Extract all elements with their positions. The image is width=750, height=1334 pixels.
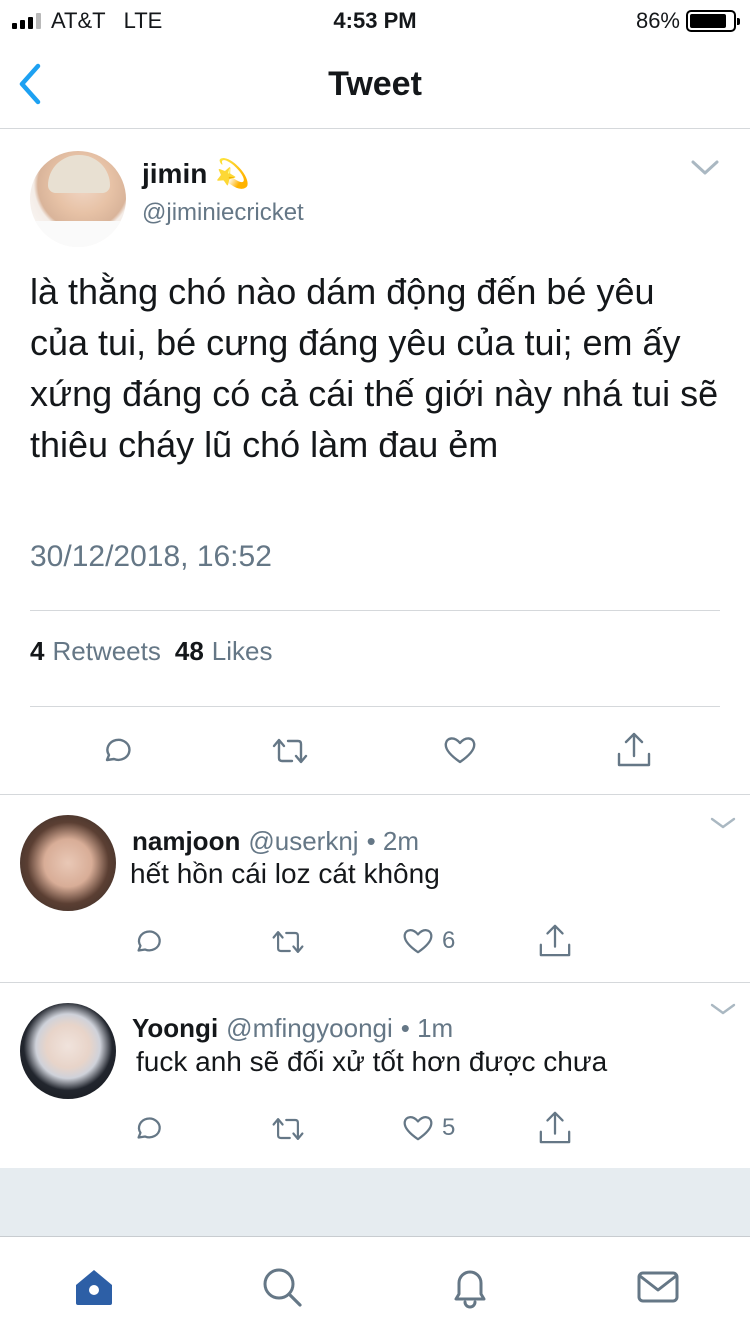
search-icon[interactable] [260,1265,304,1309]
reply-text: hết hồn cái loz cát không [130,858,440,889]
reply-like-count: 6 [442,927,456,954]
retweet-icon[interactable] [270,736,310,766]
author-avatar[interactable] [30,151,126,247]
tweet-text: là thằng chó nào dám động đến bé yêu của… [30,271,719,465]
author-handle[interactable]: @jiminiecricket [142,199,304,227]
status-right: 86% [635,8,740,34]
reply-time: • 1m [400,1013,454,1043]
likes-stat[interactable]: 48 Likes [175,636,273,667]
like-icon [403,929,433,954]
nav-bar: Tweet [0,40,750,129]
reply-author-name[interactable]: Yoongi [132,1013,218,1044]
retweet-count: 4 [30,636,45,666]
messages-icon[interactable] [636,1265,680,1309]
retweet-icon[interactable] [270,928,306,956]
reply-author-handle[interactable]: @mfingyoongi [226,1013,393,1044]
home-icon[interactable] [72,1265,116,1309]
status-bar: AT&T LTE 4:53 PM 86% [0,0,750,40]
author-name-row[interactable]: jimin 💫 [142,157,250,190]
battery-percent: 86% [635,8,680,33]
reply-options-chevron-icon[interactable] [710,1002,736,1016]
divider [0,982,750,983]
reply-avatar[interactable] [20,1003,116,1099]
tweet-options-chevron-icon[interactable] [690,158,720,178]
reply-avatar[interactable] [20,815,116,911]
share-icon[interactable] [616,730,652,768]
reply-author-handle[interactable]: @userknj [248,826,358,857]
page-title: Tweet [328,65,422,103]
reply-header: Yoongi @mfingyoongi • 1m [132,1013,453,1044]
reply-like-count: 5 [442,1114,456,1141]
battery-icon [686,10,740,32]
tweet-actions [0,728,750,778]
like-icon[interactable] [443,734,477,766]
tab-bar [0,1236,750,1334]
tweet-stats: 4 Retweets 48 Likes [30,636,272,667]
reply-author-name[interactable]: namjoon [132,826,240,857]
divider [30,706,720,707]
reply-text: fuck anh sẽ đối xử tốt hơn được chưa [136,1046,608,1077]
sparkle-emoji: 💫 [215,158,251,189]
reply-like-button[interactable]: 6 [402,926,455,956]
retweets-stat[interactable]: 4 Retweets [30,636,161,667]
author-name: jimin [142,157,208,189]
reply-options-chevron-icon[interactable] [710,816,736,830]
retweet-label: Retweets [52,636,161,666]
share-icon[interactable] [538,922,572,958]
reply-header: namjoon @userknj • 2m [132,826,419,857]
tweet-timestamp: 30/12/2018, 16:52 [30,540,272,573]
share-icon[interactable] [538,1109,572,1145]
retweet-icon[interactable] [270,1115,306,1143]
reply-icon[interactable] [132,1113,164,1145]
like-count: 48 [174,636,204,666]
divider [30,610,720,611]
feed-bottom-spacer [0,1168,750,1236]
reply-icon[interactable] [132,926,164,958]
like-icon [403,1116,433,1141]
like-label: Likes [211,636,273,666]
notifications-icon[interactable] [448,1265,492,1309]
reply-icon[interactable] [100,734,134,768]
reply-time: • 2m [366,826,420,856]
divider [0,794,750,795]
reply-like-button[interactable]: 5 [402,1113,455,1143]
